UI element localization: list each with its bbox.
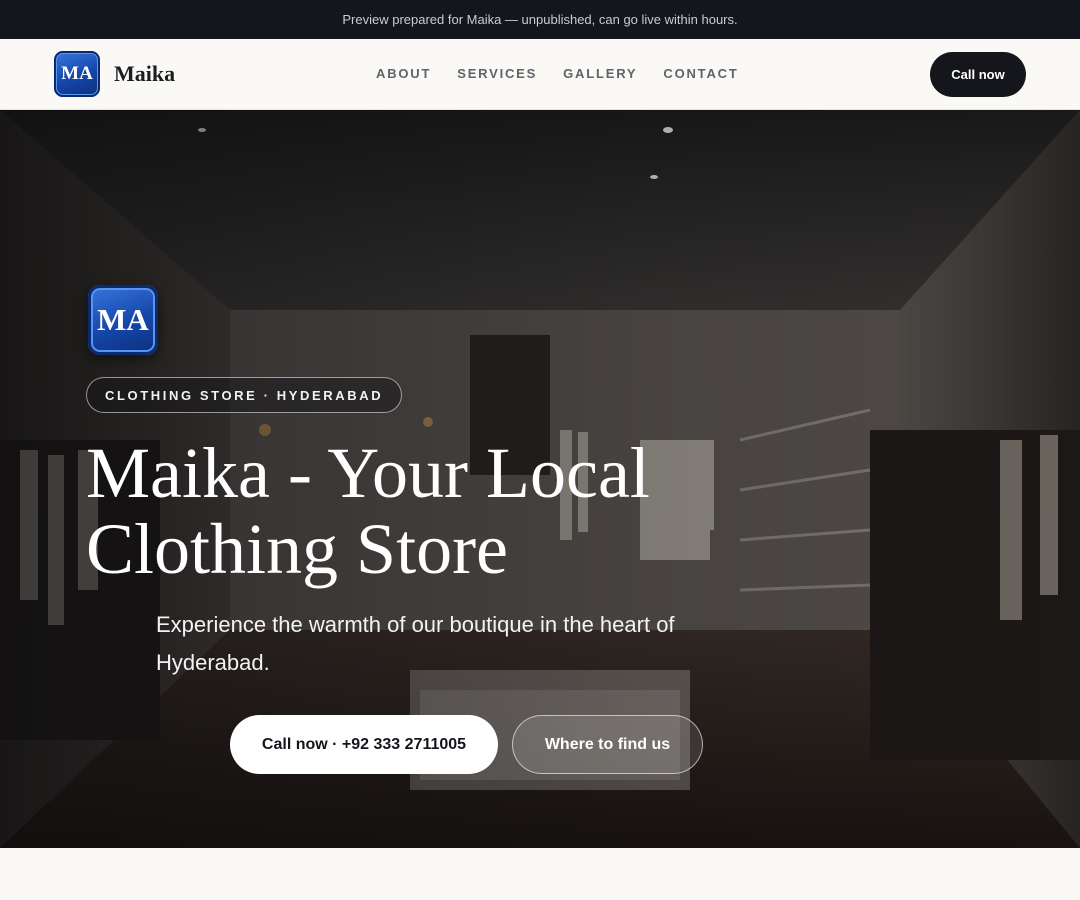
where-to-find-us-button[interactable]: Where to find us: [512, 715, 703, 774]
nav-link-gallery[interactable]: GALLERY: [563, 66, 637, 81]
hero-category-tag: CLOTHING STORE · HYDERABAD: [86, 377, 403, 413]
call-now-button[interactable]: Call now · +92 333 2711005: [230, 715, 498, 774]
nav-link-about[interactable]: ABOUT: [376, 66, 431, 81]
next-section: [0, 848, 1080, 900]
nav-link-contact[interactable]: CONTACT: [663, 66, 738, 81]
nav-link-services[interactable]: SERVICES: [457, 66, 537, 81]
preview-banner: Preview prepared for Maika — unpublished…: [0, 0, 1080, 39]
hero-subtitle: Experience the warmth of our boutique in…: [156, 612, 675, 675]
hero-section: MA CLOTHING STORE · HYDERABAD Maika - Yo…: [0, 110, 1080, 848]
hero-logo-badge: MA: [88, 285, 158, 355]
brand-name: Maika: [114, 61, 176, 86]
hero-title: Maika - Your Local Clothing Store: [86, 433, 650, 589]
logo-badge: MA: [54, 51, 100, 97]
header-call-button[interactable]: Call now: [930, 52, 1026, 97]
brand[interactable]: MA Maika: [54, 51, 175, 97]
preview-banner-text: Preview prepared for Maika — unpublished…: [342, 12, 738, 27]
main-nav: ABOUT SERVICES GALLERY CONTACT: [376, 66, 765, 81]
site-header: MA Maika ABOUT SERVICES GALLERY CONTACT …: [0, 39, 1080, 110]
